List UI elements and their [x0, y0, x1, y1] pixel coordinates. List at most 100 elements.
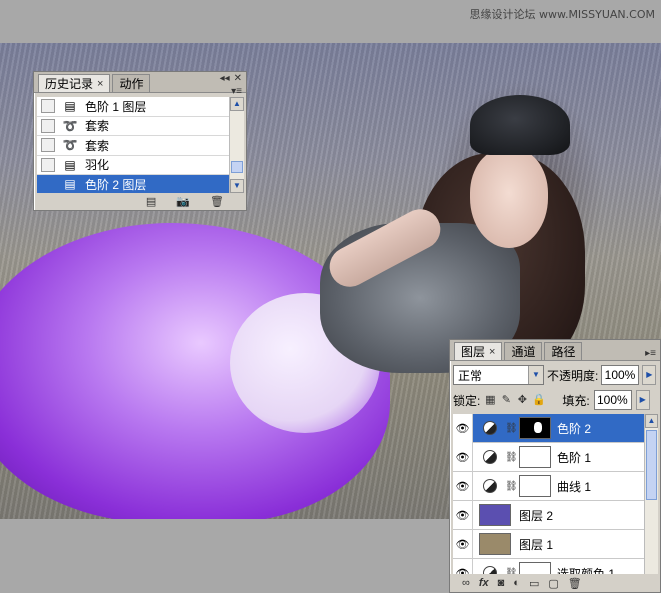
lock-label: 锁定: [453, 393, 481, 408]
mask-icon[interactable]: ◙ [498, 577, 505, 589]
layer-row[interactable]: 👁 ⛓ 色阶 2 [453, 414, 646, 443]
tab-history[interactable]: 历史记录 × [38, 74, 111, 92]
history-snapshot-checkbox[interactable] [41, 118, 55, 133]
history-item-label: 色阶 2 图层 [85, 177, 147, 192]
history-item-label: 套索 [85, 119, 110, 134]
layers-panel-tabs: 图层 × 通道 路径 [450, 340, 660, 361]
scroll-up-icon[interactable]: ▲ [230, 97, 244, 111]
close-tab-icon[interactable]: × [97, 78, 103, 90]
layer-thumbnail[interactable] [479, 533, 511, 555]
history-footer: ▤ 📷 🗑 [34, 192, 246, 210]
adjustment-layer-icon[interactable] [483, 450, 497, 464]
blend-mode-select[interactable]: 正常 ▼ [453, 365, 544, 385]
snapshot-icon[interactable]: 📷 [176, 195, 190, 208]
tab-paths[interactable]: 路径 [544, 342, 583, 360]
history-item[interactable]: ▤ 羽化 [37, 156, 231, 175]
chain-icon[interactable]: ⛓ [505, 452, 518, 463]
fill-value: 100% [596, 393, 628, 407]
link-icon[interactable]: ∞ [462, 577, 470, 589]
scroll-thumb[interactable] [646, 430, 657, 500]
fill-label: 填充: [562, 393, 590, 408]
chevron-down-icon[interactable]: ▼ [528, 366, 543, 384]
eye-icon[interactable]: 👁 [453, 414, 473, 443]
history-panel: 历史记录 × 动作 ◂◂ ✕ ▾≡ ▤ 色阶 1 图层 ➰ 套索 ➰ 套索 ▤ 羽化 ▤ 色阶 2… [33, 71, 247, 211]
layer-name[interactable]: 色阶 1 [557, 449, 591, 466]
tab-channels[interactable]: 通道 [504, 342, 543, 360]
history-snapshot-checkbox[interactable] [41, 157, 55, 172]
layer-row[interactable]: 👁 图层 2 [453, 500, 646, 530]
scroll-thumb[interactable] [231, 161, 243, 173]
adjustment-layer-icon: ▤ [64, 157, 76, 172]
fill-slider-icon[interactable]: ▶ [635, 390, 650, 410]
history-snapshot-checkbox[interactable] [41, 177, 55, 192]
history-snapshot-checkbox[interactable] [41, 99, 55, 114]
history-snapshot-checkbox[interactable] [41, 138, 55, 153]
history-item[interactable]: ➰ 套索 [37, 136, 231, 156]
history-scrollbar[interactable]: ▲ ▼ [229, 97, 244, 193]
folder-icon[interactable]: ▭ [529, 577, 539, 590]
trash-icon[interactable]: 🗑 [210, 195, 224, 208]
adjustment-layer-icon[interactable] [483, 421, 497, 435]
lock-all-icon[interactable]: 🔒 [532, 394, 546, 406]
chain-icon[interactable]: ⛓ [505, 481, 518, 492]
lock-fill-row: 锁定: ▦ ✎ ✥ 🔒 填充: 100% ▶ [453, 389, 657, 411]
layer-name[interactable]: 色阶 2 [557, 420, 591, 437]
panel-controls: ◂◂ ✕ [220, 73, 242, 84]
opacity-input[interactable]: 100% [601, 365, 640, 385]
tab-paths-label: 路径 [551, 345, 576, 359]
layer-mask-thumbnail[interactable] [519, 475, 551, 497]
new-document-icon[interactable]: ▤ [146, 195, 156, 208]
history-item[interactable]: ➰ 套索 [37, 117, 231, 136]
lock-move-icon[interactable]: ✥ [516, 394, 528, 406]
layers-scrollbar[interactable]: ▲ [644, 414, 658, 576]
lasso-icon: ➰ [62, 138, 78, 153]
opacity-label: 不透明度: [547, 368, 599, 383]
adjustment-layer-icon[interactable] [483, 479, 497, 493]
tab-channels-label: 通道 [511, 345, 536, 359]
eye-icon[interactable]: 👁 [453, 500, 473, 530]
panel-menu-icon[interactable]: ▾≡ [231, 86, 242, 97]
blend-opacity-row: 正常 ▼ 不透明度: 100% ▶ [453, 363, 657, 387]
layer-name[interactable]: 图层 1 [519, 536, 553, 553]
chain-icon[interactable]: ⛓ [505, 423, 518, 434]
close-tab-icon[interactable]: × [489, 346, 495, 358]
trash-icon[interactable]: 🗑 [568, 577, 582, 590]
adjustment-icon[interactable]: ◐ [513, 577, 520, 589]
lock-brush-icon[interactable]: ✎ [500, 394, 512, 406]
layer-mask-thumbnail[interactable] [519, 417, 551, 439]
layer-row[interactable]: 👁 ⛓ 曲线 1 [453, 471, 646, 501]
scroll-down-icon[interactable]: ▼ [230, 179, 244, 193]
lock-transparency-icon[interactable]: ▦ [484, 394, 496, 406]
layer-mask-thumbnail[interactable] [519, 446, 551, 468]
history-item-label: 套索 [85, 138, 110, 153]
collapse-icon[interactable]: ◂◂ [220, 73, 230, 84]
tab-actions[interactable]: 动作 [112, 74, 151, 92]
history-item[interactable]: ▤ 色阶 1 图层 [37, 97, 231, 117]
watermark: 思缘设计论坛 www.MISSYUAN.COM [469, 8, 655, 21]
history-list: ▤ 色阶 1 图层 ➰ 套索 ➰ 套索 ▤ 羽化 ▤ 色阶 2 图层 [37, 97, 231, 193]
tab-layers[interactable]: 图层 × [454, 342, 503, 360]
layers-panel-menu: ▸≡ [645, 348, 656, 359]
layer-thumbnail[interactable] [479, 504, 511, 526]
panel-menu-icon[interactable]: ▸≡ [645, 348, 656, 359]
panel-menu: ▾≡ [231, 86, 242, 97]
new-layer-icon[interactable]: ▢ [548, 577, 558, 590]
history-item-label: 色阶 1 图层 [85, 99, 147, 114]
fx-icon[interactable]: fx [479, 577, 489, 589]
layer-row[interactable]: 👁 图层 1 [453, 529, 646, 559]
tab-layers-label: 图层 [461, 345, 486, 359]
fill-input[interactable]: 100% [593, 390, 632, 410]
eye-icon[interactable]: 👁 [453, 529, 473, 559]
eye-icon[interactable]: 👁 [453, 442, 473, 472]
opacity-slider-icon[interactable]: ▶ [642, 365, 657, 385]
lasso-icon: ➰ [62, 118, 78, 133]
layer-row[interactable]: 👁 ⛓ 色阶 1 [453, 442, 646, 472]
close-icon[interactable]: ✕ [234, 73, 242, 84]
blend-mode-value: 正常 [458, 368, 483, 383]
layer-name[interactable]: 曲线 1 [557, 478, 591, 495]
eye-icon[interactable]: 👁 [453, 471, 473, 501]
scroll-up-icon[interactable]: ▲ [645, 414, 658, 428]
history-panel-tabs: 历史记录 × 动作 [34, 72, 246, 93]
layer-name[interactable]: 图层 2 [519, 507, 553, 524]
history-item[interactable]: ▤ 色阶 2 图层 [37, 175, 231, 193]
